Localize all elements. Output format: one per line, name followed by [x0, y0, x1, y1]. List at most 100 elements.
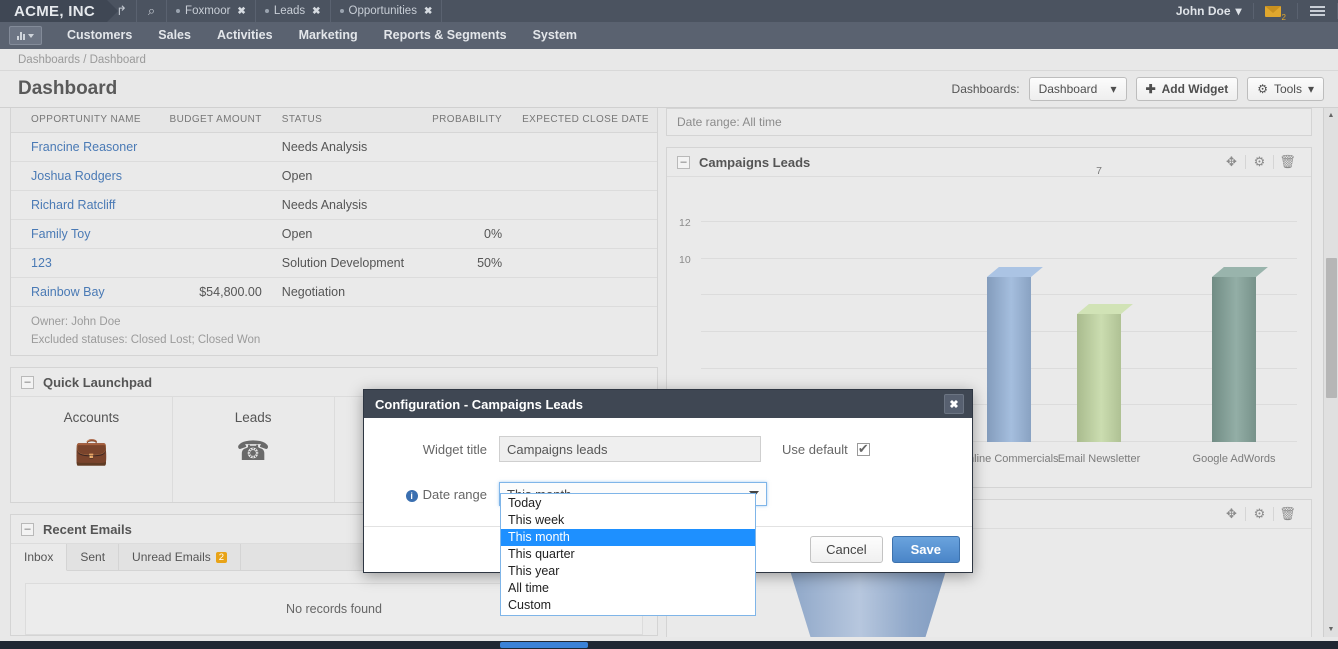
- cell-status: Negotiation: [269, 277, 413, 307]
- nav-item-system[interactable]: System: [520, 22, 590, 49]
- widget-actions: ✥ ⚙ 🗑: [1218, 506, 1301, 522]
- scroll-up-arrow[interactable]: ▲: [1324, 108, 1338, 123]
- tab-opportunities[interactable]: Opportunities ✖: [331, 0, 443, 22]
- nav-item-customers[interactable]: Customers: [54, 22, 145, 49]
- use-default-checkbox[interactable]: ✔: [856, 441, 870, 456]
- cell-status: Open: [269, 161, 413, 191]
- table-row[interactable]: Francine Reasoner Needs Analysis: [11, 132, 657, 162]
- widget-title-input[interactable]: [499, 436, 761, 462]
- close-icon[interactable]: ✖: [237, 6, 245, 17]
- col-probability[interactable]: PROBABILITY: [412, 108, 511, 133]
- close-icon[interactable]: ✖: [944, 394, 964, 414]
- table-row[interactable]: Family Toy Open 0%: [11, 219, 657, 249]
- opportunity-link[interactable]: Francine Reasoner: [31, 140, 137, 154]
- table-row[interactable]: Richard Ratcliff Needs Analysis: [11, 190, 657, 220]
- save-button[interactable]: Save: [891, 536, 960, 563]
- user-menu[interactable]: John Doe ▾: [1165, 0, 1253, 22]
- close-icon[interactable]: ✖: [424, 6, 432, 17]
- opportunity-link[interactable]: Joshua Rodgers: [31, 169, 122, 183]
- date-range-option[interactable]: Today: [501, 495, 755, 512]
- chart-bar[interactable]: 9: [987, 256, 1043, 442]
- date-range-options-list[interactable]: Today This week This month This quarter This…: [500, 493, 756, 616]
- opportunity-link[interactable]: 123: [31, 256, 52, 270]
- opportunity-link[interactable]: Richard Ratcliff: [31, 198, 116, 212]
- dashboard-select[interactable]: Dashboard ▾: [1028, 77, 1127, 101]
- chart-bar[interactable]: 7: [1077, 165, 1133, 442]
- dashboard-chart-icon-button[interactable]: [9, 26, 42, 45]
- cell-budget-amount: [149, 161, 270, 191]
- tab-foxmoor[interactable]: Foxmoor ✖: [167, 0, 256, 22]
- col-expected-close-date[interactable]: EXPECTED CLOSE DATE: [510, 108, 657, 133]
- gear-icon[interactable]: ⚙: [1246, 506, 1273, 522]
- tab-inbox[interactable]: Inbox: [11, 544, 68, 571]
- col-status[interactable]: STATUS: [269, 108, 413, 133]
- trash-icon[interactable]: 🗑: [1274, 506, 1301, 522]
- collapse-icon[interactable]: –: [21, 522, 34, 536]
- move-icon[interactable]: ✥: [1218, 506, 1245, 522]
- table-row[interactable]: Rainbow Bay $54,800.00 Negotiation: [11, 277, 657, 307]
- table-row[interactable]: Joshua Rodgers Open: [11, 161, 657, 191]
- scroll-down-arrow[interactable]: ▼: [1324, 622, 1338, 637]
- widget-actions: ✥ ⚙ 🗑: [1218, 154, 1301, 170]
- use-default-group[interactable]: Use default ✔: [782, 441, 870, 457]
- cell-status: Solution Development: [269, 248, 413, 278]
- date-range-option[interactable]: This year: [501, 563, 755, 580]
- search-icon[interactable]: ⌕: [137, 0, 168, 22]
- hamburger-icon[interactable]: [1298, 0, 1337, 22]
- cell-opportunity-name[interactable]: Rainbow Bay: [11, 277, 150, 307]
- nav-item-reports-segments[interactable]: Reports & Segments: [371, 22, 520, 49]
- launchpad-item-accounts[interactable]: Accounts 💼: [11, 397, 173, 502]
- cell-opportunity-name[interactable]: Joshua Rodgers: [11, 161, 150, 191]
- scrollbar-thumb[interactable]: [1326, 258, 1337, 398]
- date-range-option[interactable]: This week: [501, 512, 755, 529]
- grid-line: [701, 221, 1297, 222]
- tab-sent[interactable]: Sent: [67, 544, 120, 570]
- tab-unread-emails[interactable]: Unread Emails 2: [119, 544, 242, 570]
- tools-label: Tools: [1273, 82, 1302, 96]
- horizontal-scrollbar[interactable]: [0, 641, 1338, 649]
- move-icon[interactable]: ✥: [1218, 154, 1245, 170]
- nav-item-activities[interactable]: Activities: [204, 22, 286, 49]
- add-widget-button[interactable]: ✚ Add Widget: [1135, 77, 1239, 101]
- opportunity-link[interactable]: Rainbow Bay: [31, 285, 105, 299]
- cell-probability: 50%: [412, 248, 511, 278]
- tab-label: Leads: [273, 5, 306, 17]
- bar-top-face: [1212, 267, 1268, 277]
- vertical-scrollbar[interactable]: ▲ ▼: [1323, 108, 1338, 637]
- cell-opportunity-name[interactable]: Family Toy: [11, 219, 150, 249]
- tab-label: Unread Emails: [132, 550, 211, 564]
- date-range-option[interactable]: This month: [501, 529, 755, 546]
- nav-item-marketing[interactable]: Marketing: [286, 22, 371, 49]
- date-range-option[interactable]: This quarter: [501, 546, 755, 563]
- cell-probability: [412, 277, 511, 307]
- collapse-icon[interactable]: –: [677, 155, 690, 169]
- breadcrumb[interactable]: Dashboards / Dashboard: [0, 49, 1338, 71]
- info-icon[interactable]: i: [405, 489, 418, 502]
- chart-bar[interactable]: 9: [1212, 256, 1268, 442]
- gear-icon[interactable]: ⚙: [1246, 154, 1273, 170]
- x-axis-tick: Google AdWords: [1192, 453, 1276, 465]
- col-opportunity-name[interactable]: OPPORTUNITY NAME: [11, 108, 150, 133]
- launchpad-item-leads[interactable]: Leads ☎: [173, 397, 335, 502]
- cell-opportunity-name[interactable]: Francine Reasoner: [11, 132, 150, 162]
- cell-status: Needs Analysis: [269, 190, 413, 220]
- trash-icon[interactable]: 🗑: [1274, 154, 1301, 170]
- opportunity-link[interactable]: Family Toy: [31, 227, 91, 241]
- mail-button[interactable]: 2: [1254, 0, 1297, 22]
- close-icon[interactable]: ✖: [312, 6, 320, 17]
- horizontal-scrollbar-thumb[interactable]: [500, 642, 588, 648]
- brand-logo[interactable]: ACME, INC: [0, 0, 119, 22]
- tools-button[interactable]: ⚙ Tools ▾: [1247, 77, 1324, 101]
- cell-opportunity-name[interactable]: 123: [11, 248, 150, 278]
- nav-item-sales[interactable]: Sales: [145, 22, 204, 49]
- date-range-option[interactable]: All time: [501, 580, 755, 597]
- tab-leads[interactable]: Leads ✖: [256, 0, 331, 22]
- cancel-button[interactable]: Cancel: [810, 536, 883, 563]
- collapse-icon[interactable]: –: [21, 375, 34, 389]
- cell-budget-amount: [149, 219, 270, 249]
- col-budget-amount[interactable]: BUDGET AMOUNT: [149, 108, 270, 133]
- date-range-option[interactable]: Custom: [501, 597, 755, 614]
- cell-opportunity-name[interactable]: Richard Ratcliff: [11, 190, 150, 220]
- cell-status: Needs Analysis: [269, 132, 413, 162]
- table-row[interactable]: 123 Solution Development 50%: [11, 248, 657, 278]
